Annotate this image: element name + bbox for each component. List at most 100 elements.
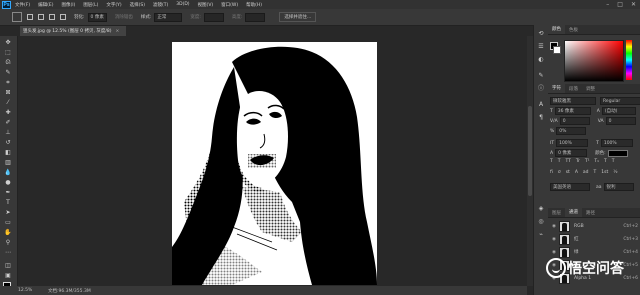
visibility-eye-icon[interactable]: ◉	[552, 250, 557, 255]
opentype-titling-icon[interactable]: ad	[583, 170, 589, 175]
edit-toolbar-icon[interactable]: ⋯	[4, 249, 12, 257]
feather-input[interactable]: 0 像素	[87, 12, 107, 22]
document-canvas[interactable]	[172, 42, 377, 285]
tab-character[interactable]: 字符	[548, 84, 565, 93]
hand-tool-icon[interactable]: ✋	[4, 229, 12, 237]
history-panel-icon[interactable]: ⟲	[537, 30, 545, 38]
dodge-tool-icon[interactable]: ●	[4, 179, 12, 187]
hue-slider[interactable]	[626, 40, 632, 80]
baseline-shift-input[interactable]: 0 像素	[555, 149, 588, 157]
menu-3d[interactable]: 3D(D)	[176, 2, 189, 7]
opentype-half-icon[interactable]: ½	[613, 170, 617, 175]
strikethrough-button[interactable]: T	[612, 159, 615, 164]
menu-window[interactable]: 窗口(W)	[221, 2, 238, 8]
frame-tool-icon[interactable]: ⊠	[4, 89, 12, 97]
menu-select[interactable]: 选择(S)	[130, 2, 145, 8]
horizontal-scale-input[interactable]: 100%	[600, 139, 633, 147]
vertical-scale-input[interactable]: 100%	[556, 139, 589, 147]
tab-color[interactable]: 颜色	[548, 25, 565, 34]
tab-channels[interactable]: 通道	[565, 208, 582, 217]
underline-button[interactable]: T	[604, 159, 607, 164]
channel-row[interactable]: ◉ 红 Ctrl+3	[552, 233, 638, 245]
width-input[interactable]	[203, 12, 224, 22]
antialias-checkbox[interactable]: 消除锯齿	[115, 14, 133, 20]
quick-select-tool-icon[interactable]: ✎	[4, 69, 12, 77]
faux-bold-button[interactable]: T	[550, 159, 553, 164]
channels-panel-icon[interactable]: ◎	[537, 218, 545, 226]
rectangle-tool-icon[interactable]: ▭	[4, 219, 12, 227]
visibility-eye-icon[interactable]: ◉	[552, 224, 557, 229]
tab-paths[interactable]: 路径	[582, 210, 599, 216]
new-selection-icon[interactable]	[27, 14, 33, 20]
paragraph-panel-icon[interactable]: ¶	[537, 114, 545, 122]
eyedropper-tool-icon[interactable]: ⁄	[4, 99, 12, 107]
style-select[interactable]: 正常	[154, 12, 183, 22]
opentype-ligature-icon[interactable]: fi	[550, 170, 553, 175]
properties-panel-icon[interactable]: ☰	[537, 43, 545, 51]
menu-edit[interactable]: 编辑(E)	[38, 2, 53, 8]
kerning-select[interactable]: 0	[559, 117, 590, 125]
scrollbar-thumb[interactable]	[528, 106, 532, 196]
font-style-select[interactable]: Regular	[600, 97, 640, 105]
clone-stamp-icon[interactable]: ⊥	[4, 129, 12, 137]
marquee-tool-preset-icon[interactable]	[12, 12, 22, 22]
panel-background-swatch[interactable]	[553, 46, 561, 54]
tab-paragraph[interactable]: 段落	[565, 86, 582, 92]
brush-tool-icon[interactable]: ✐	[4, 119, 12, 127]
zoom-level[interactable]: 12.5%	[18, 288, 32, 293]
move-tool-icon[interactable]: ✥	[4, 39, 12, 47]
height-input[interactable]	[245, 12, 266, 22]
color-picker-field[interactable]	[564, 40, 624, 82]
leading-select[interactable]: (自动)	[601, 107, 636, 115]
type-tool-icon[interactable]: T	[4, 199, 12, 207]
brush-panel-icon[interactable]: ✎	[537, 72, 545, 80]
document-tab[interactable]: 狙头发.jpg @ 12.5% (图层 0 拷贝, 灰度/8) ×	[20, 26, 126, 36]
paths-panel-icon[interactable]: ⌁	[537, 231, 545, 239]
subscript-button[interactable]: T₁	[594, 159, 599, 164]
blur-tool-icon[interactable]: 💧	[4, 169, 12, 177]
opentype-swash-icon[interactable]: st	[566, 170, 570, 175]
history-brush-icon[interactable]: ↺	[4, 139, 12, 147]
minimize-button[interactable]: –	[606, 1, 609, 8]
menu-file[interactable]: 文件(F)	[15, 2, 30, 8]
crop-tool-icon[interactable]: ⌗	[4, 79, 12, 87]
tab-adjustments[interactable]: 调整	[582, 86, 599, 92]
opentype-ordinal-icon[interactable]: T	[594, 170, 597, 175]
text-color-swatch[interactable]	[607, 149, 628, 157]
tsume-select[interactable]: 0%	[556, 127, 587, 135]
info-panel-icon[interactable]: ⓘ	[537, 85, 545, 93]
antialias-select[interactable]: 锐利	[603, 183, 634, 191]
all-caps-button[interactable]: TT	[566, 159, 571, 164]
menu-filter[interactable]: 滤镜(T)	[153, 2, 168, 8]
language-select[interactable]: 美国英语	[550, 183, 590, 191]
gradient-tool-icon[interactable]: ▥	[4, 159, 12, 167]
subtract-selection-icon[interactable]	[49, 14, 55, 20]
small-caps-button[interactable]: Tr	[576, 159, 580, 164]
tab-layers[interactable]: 图层	[548, 210, 565, 216]
menu-view[interactable]: 视图(V)	[198, 2, 214, 8]
pen-tool-icon[interactable]: ✒	[4, 189, 12, 197]
font-size-select[interactable]: 36 像素	[554, 107, 591, 115]
tab-swatches[interactable]: 色板	[565, 27, 582, 33]
menu-help[interactable]: 帮助(H)	[246, 2, 262, 8]
close-tab-icon[interactable]: ×	[115, 29, 119, 34]
tracking-select[interactable]: 0	[605, 117, 636, 125]
menu-layer[interactable]: 图层(L)	[83, 2, 98, 8]
character-panel-icon[interactable]: A	[537, 101, 545, 109]
menu-image[interactable]: 图像(I)	[61, 2, 75, 8]
marquee-tool-icon[interactable]: ⬚	[4, 49, 12, 57]
channel-row[interactable]: ◉ RGB Ctrl+2	[552, 220, 638, 232]
faux-italic-button[interactable]: T	[558, 159, 561, 164]
visibility-eye-icon[interactable]: ◉	[552, 237, 557, 242]
opentype-fraction-icon[interactable]: 1st	[601, 170, 608, 175]
eraser-tool-icon[interactable]: ◧	[4, 149, 12, 157]
opentype-alt-icon[interactable]: A	[575, 170, 578, 175]
superscript-button[interactable]: T¹	[585, 159, 590, 164]
opentype-oldstyle-icon[interactable]: σ	[558, 170, 561, 175]
maximize-button[interactable]: □	[617, 1, 623, 8]
layers-panel-icon[interactable]: ◈	[537, 205, 545, 213]
add-selection-icon[interactable]	[38, 14, 44, 20]
menu-type[interactable]: 文字(Y)	[106, 2, 121, 8]
font-family-select[interactable]: 微软雅黑	[550, 97, 596, 105]
close-button[interactable]: ✕	[631, 1, 636, 8]
